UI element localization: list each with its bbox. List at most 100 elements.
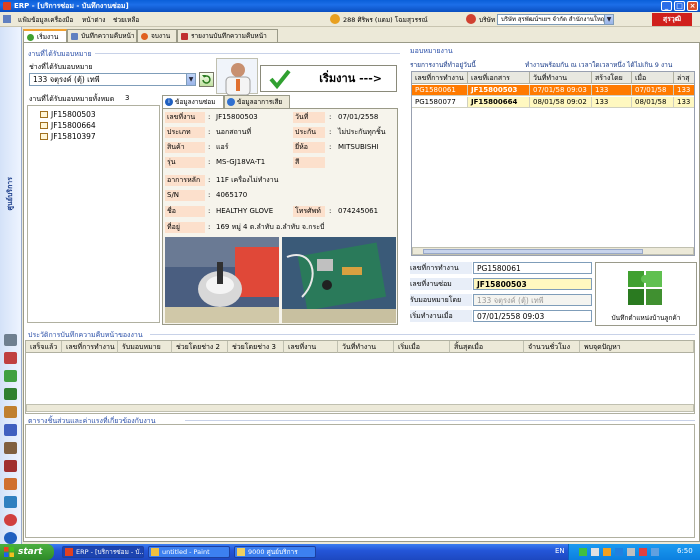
- work-no-field[interactable]: PG1580061: [473, 262, 592, 274]
- column-header[interactable]: สิ้นสุดเมื่อ: [450, 341, 524, 353]
- assigned-by-field[interactable]: 133 จตุรงค์ (ตุ้) เทพี: [473, 294, 592, 306]
- tab-symptom-info[interactable]: ข้อมูลอาการเสีย: [224, 95, 290, 108]
- product-value: แอร์: [216, 143, 229, 151]
- name-label: ชื่อ: [165, 206, 205, 217]
- table-cell[interactable]: 133: [592, 97, 632, 108]
- tab-progress[interactable]: บันทึกความคืบหน้า: [67, 29, 137, 42]
- tab-finish[interactable]: จบงาน: [137, 29, 177, 42]
- money-icon[interactable]: [4, 388, 17, 400]
- tool-icon[interactable]: [4, 334, 17, 346]
- tray-icon[interactable]: [639, 548, 647, 556]
- start-work-button[interactable]: เริ่มงาน --->: [260, 65, 397, 92]
- chart-icon[interactable]: [4, 352, 17, 364]
- company-select[interactable]: บริษัท สุรพัฒน์ฯเยฯ จำกัด สำนักงานใหญ่ ▼: [497, 14, 614, 25]
- close-button[interactable]: ×: [687, 1, 698, 11]
- save-location-button[interactable]: บันทึกตำแหน่งบ้านลูกค้า: [595, 262, 697, 326]
- menu-tools[interactable]: เครื่องมือ: [48, 15, 73, 25]
- column-header[interactable]: พบจุดปัญหา: [580, 341, 694, 353]
- column-header[interactable]: จำนวนชั่วโมง: [524, 341, 580, 353]
- parts-grid: [25, 424, 695, 538]
- column-header[interactable]: ล่าสุ: [674, 72, 694, 84]
- app-icon: [3, 2, 11, 10]
- table-cell[interactable]: PG1580077: [412, 97, 468, 108]
- tab-label: ข้อมูลงานซ่อม: [175, 98, 216, 106]
- taskbar-item-folder[interactable]: 9000 ศูนย์บริการ: [234, 546, 316, 558]
- globe-icon: [227, 98, 235, 106]
- horizontal-scrollbar[interactable]: [26, 404, 694, 412]
- add-icon[interactable]: [4, 370, 17, 382]
- column-header[interactable]: เลขที่งาน: [284, 341, 338, 353]
- table-cell[interactable]: JF15800664: [468, 97, 530, 108]
- globe-icon[interactable]: [4, 532, 17, 544]
- tray-icon[interactable]: [591, 548, 599, 556]
- sidebar-title[interactable]: ศูนย์บริการ: [4, 177, 15, 210]
- settings-icon[interactable]: [4, 496, 17, 508]
- tab-report[interactable]: รายงานบันทึกความคืบหน้า: [177, 29, 278, 42]
- puzzle-icon[interactable]: [4, 478, 17, 490]
- tab-start[interactable]: เริ่มงาน: [23, 29, 67, 42]
- table-cell[interactable]: 07/01/58 09:03: [530, 85, 592, 96]
- table-cell[interactable]: JF15800503: [468, 85, 530, 96]
- document-icon[interactable]: [4, 424, 17, 436]
- language-indicator[interactable]: EN: [555, 547, 565, 555]
- pie-icon[interactable]: [4, 514, 17, 526]
- table-cell[interactable]: 133: [674, 85, 694, 96]
- clock[interactable]: 6:50: [677, 547, 693, 555]
- column-header[interactable]: เลขที่การทำงาน: [62, 341, 118, 353]
- technician-select[interactable]: 133 จตุรงค์ (ตุ้) เทพี ▼: [29, 73, 196, 86]
- minimize-button[interactable]: _: [661, 1, 672, 11]
- column-header[interactable]: เริ่มเมื่อ: [394, 341, 450, 353]
- table-cell[interactable]: 133: [674, 97, 694, 108]
- taskbar-item-erp[interactable]: ERP - [บริการซ่อม - บั...: [62, 546, 144, 558]
- column-header[interactable]: เสร็จแล้ว: [26, 341, 62, 353]
- column-header[interactable]: รับมอบหมาย: [118, 341, 172, 353]
- chevron-down-icon[interactable]: ▼: [604, 15, 613, 24]
- scroll-thumb[interactable]: [423, 249, 643, 254]
- column-header[interactable]: วันที่ทำงาน: [530, 72, 592, 84]
- table-cell[interactable]: 08/01/58: [632, 97, 674, 108]
- tray-icon[interactable]: [615, 548, 623, 556]
- erp-icon: [65, 548, 73, 556]
- tab-repair-info[interactable]: i ข้อมูลงานซ่อม: [162, 95, 224, 108]
- taskbar-item-paint[interactable]: untitled - Paint: [148, 546, 230, 558]
- column-header[interactable]: ช่วยโดยช่าง 3: [228, 341, 284, 353]
- refresh-button[interactable]: [199, 72, 214, 87]
- table-cell[interactable]: 133: [592, 85, 632, 96]
- table-cell[interactable]: 07/01/58: [632, 85, 674, 96]
- repair-no-field[interactable]: JF15800503: [473, 278, 592, 290]
- technician-label: ช่างที่ได้รับมอบหมาย: [29, 63, 93, 71]
- menu-file[interactable]: แฟ้มข้อมูล: [18, 15, 48, 25]
- table-cell[interactable]: PG1580061: [412, 85, 468, 96]
- work-no-label: เลขที่การทำงาน: [410, 262, 472, 274]
- start-button[interactable]: start: [0, 544, 54, 560]
- column-header[interactable]: สร้างโดย: [592, 72, 632, 84]
- tray-icon[interactable]: [627, 548, 635, 556]
- list-item[interactable]: JF15800664: [40, 121, 96, 130]
- tray-icon[interactable]: [579, 548, 587, 556]
- horizontal-scrollbar[interactable]: [412, 247, 694, 255]
- column-header[interactable]: ช่วยโดยช่าง 2: [172, 341, 228, 353]
- column-header[interactable]: เลขที่เอกสาร: [468, 72, 530, 84]
- company-value: บริษัท สุรพัฒน์ฯเยฯ จำกัด สำนักงานใหญ่: [501, 16, 606, 23]
- date-label: วันที่: [293, 112, 325, 123]
- box-icon[interactable]: [4, 406, 17, 418]
- start-time-field[interactable]: 07/01/2558 09:03: [473, 310, 592, 322]
- menu-window[interactable]: หน้าต่าง: [82, 15, 105, 25]
- chevron-down-icon[interactable]: ▼: [186, 74, 195, 85]
- list-item[interactable]: JF15800503: [40, 110, 96, 119]
- divider: [150, 334, 695, 335]
- column-header[interactable]: วันที่ทำงาน: [338, 341, 394, 353]
- truck-icon[interactable]: [4, 442, 17, 454]
- column-header[interactable]: เมื่อ: [632, 72, 674, 84]
- column-header[interactable]: เลขที่การทำงาน: [412, 72, 468, 84]
- list-item[interactable]: JF15810397: [40, 132, 96, 141]
- volume-icon[interactable]: [651, 548, 659, 556]
- repair-detail-panel: เลขที่งาน : JF15800503 วันที่ : 07/01/25…: [162, 108, 398, 325]
- table-cell[interactable]: 08/01/58 09:02: [530, 97, 592, 108]
- report-icon[interactable]: [4, 460, 17, 472]
- taskbar-item-label: ERP - [บริการซ่อม - บั...: [76, 548, 144, 556]
- maximize-button[interactable]: □: [674, 1, 685, 11]
- menu-help[interactable]: ช่วยเหลือ: [113, 15, 139, 25]
- tray-icon[interactable]: [603, 548, 611, 556]
- date-value: 07/01/2558: [338, 113, 379, 121]
